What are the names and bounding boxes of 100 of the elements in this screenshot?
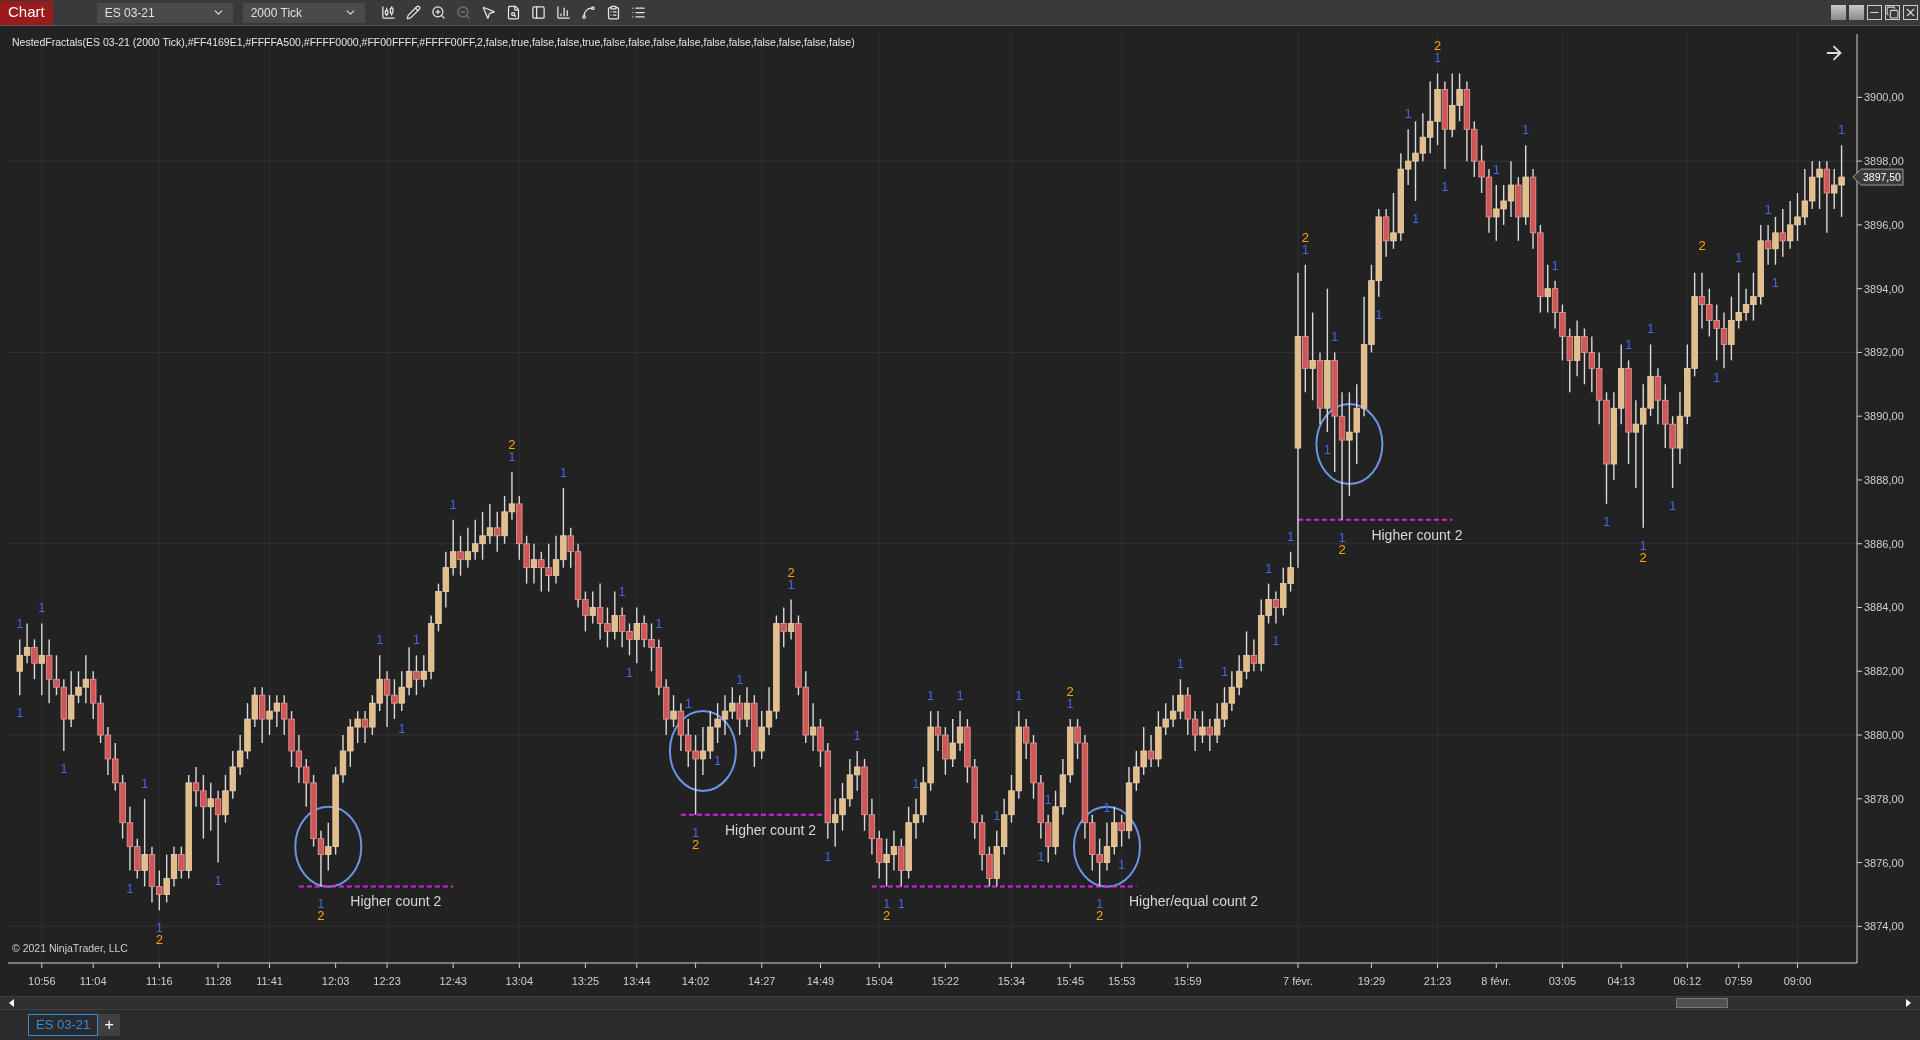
chart-menu-button[interactable]: Chart: [0, 0, 53, 25]
time-axis-label: 11:04: [79, 975, 107, 987]
annotation-text: Higher count 2: [724, 821, 816, 838]
fractal-label: 1: [1492, 162, 1500, 178]
fractal-label: 1: [1118, 856, 1126, 872]
fractal-label: 1: [714, 753, 722, 768]
fractal-label: 1: [16, 705, 24, 721]
copyright-text: © 2021 NinjaTrader, LLC: [12, 942, 128, 954]
current-price-label: 3897,50: [1852, 168, 1904, 186]
fractal-label: 1: [618, 584, 626, 600]
price-axis-label: 3900,00: [1864, 91, 1904, 104]
add-tab-button[interactable]: +: [98, 1014, 121, 1036]
fractal-label: 1: [1771, 274, 1780, 290]
instrument-dropdown[interactable]: ES 03-21: [96, 2, 233, 23]
fractal-label: 1: [16, 616, 24, 632]
price-axis-label: 3888,00: [1864, 473, 1904, 486]
fractal-label: 1: [1602, 513, 1611, 529]
time-axis-label: 11:28: [204, 975, 232, 987]
fractal-label: 1: [956, 688, 964, 704]
fractal-label: 1: [214, 872, 222, 888]
fractal-label: 1: [625, 665, 634, 681]
time-axis-label: 07:59: [1724, 975, 1753, 987]
fractal-label: 1: [1264, 560, 1273, 576]
fractal-label: 1: [1669, 497, 1677, 513]
fractal-label: 1: [449, 496, 457, 512]
time-axis-label: 15:04: [865, 975, 893, 987]
time-axis-label: 06:12: [1673, 975, 1702, 987]
fractal-label: 1: [38, 600, 46, 616]
interval-dropdown[interactable]: 2000 Tick: [242, 2, 365, 23]
fractal-label: 1: [1176, 656, 1185, 672]
fractal-label: 1: [1323, 442, 1331, 458]
time-axis-label: 14:02: [681, 975, 710, 987]
indicator-label: NestedFractals(ES 03-21 (2000 Tick),#FF4169E1,#FFFFA500,#FFFF0000,#FF00FFFF,#FFFF00FF,2,false,true,false,false,true,false,false,false,false,false,false,false,false,false,false): [12, 36, 855, 48]
fractal-label: 2: [508, 437, 516, 452]
fractal-label: 1: [1287, 528, 1295, 544]
fractal-label: 1: [126, 880, 134, 896]
time-axis-label: 13:25: [571, 975, 600, 987]
time-axis-label: 19:29: [1357, 975, 1386, 987]
fractal-label: 1: [1411, 211, 1420, 226]
time-axis-label: 11:41: [256, 975, 283, 987]
price-axis-label: 3896,00: [1864, 218, 1904, 231]
fractal-label: 1: [1441, 179, 1449, 195]
fractal-label: 1: [993, 807, 1001, 823]
price-axis-label: 3884,00: [1864, 601, 1904, 614]
time-axis-label: 8 févr.: [1481, 975, 1512, 987]
price-axis-label: 3886,00: [1864, 537, 1904, 550]
fractal-label: 1: [1044, 791, 1052, 807]
fractal-label: 1: [1713, 370, 1721, 386]
fractal-label: 1: [1272, 633, 1280, 649]
fractal-label: 1: [412, 632, 421, 648]
fractal-label: 1: [1331, 329, 1339, 345]
price-axis-label: 3876,00: [1864, 856, 1904, 869]
time-axis-label: 15:59: [1174, 975, 1202, 987]
fractal-label: 1: [1037, 848, 1045, 864]
annotation-text: Higher count 2: [350, 893, 442, 910]
fractal-label: 1: [1551, 257, 1559, 273]
time-axis-label: 21:23: [1423, 975, 1452, 987]
fractal-label: 1: [1764, 201, 1772, 217]
annotation-text: Higher/equal count 2: [1128, 893, 1259, 910]
time-axis-label: 14:49: [806, 975, 835, 987]
price-axis-label: 3892,00: [1864, 346, 1904, 359]
fractal-label: 1: [141, 775, 149, 791]
fractal-label: 1: [655, 616, 663, 632]
fractal-label: 2: [1698, 237, 1706, 253]
time-axis-label: 12:23: [373, 975, 401, 987]
fractal-label: 1: [853, 727, 861, 743]
time-axis-label: 11:16: [145, 975, 173, 987]
price-axis-label: 3874,00: [1864, 920, 1904, 933]
fractal-label: 1: [684, 696, 692, 712]
fractal-label: 1: [736, 672, 744, 688]
fractal-label: 1: [1624, 337, 1633, 353]
fractal-label: 1: [1837, 122, 1846, 138]
price-axis-label: 3878,00: [1864, 792, 1904, 805]
fractal-label: 1: [897, 896, 905, 912]
fractal-label: 1: [1375, 306, 1383, 322]
fractal-label: 1: [508, 449, 516, 464]
fractal-label: 1: [1015, 688, 1023, 704]
time-axis-label: 7 févr.: [1283, 975, 1313, 987]
fractal-label: 1: [1220, 664, 1229, 680]
time-axis-label: 03:05: [1548, 975, 1577, 987]
time-axis-label: 09:00: [1783, 975, 1812, 987]
time-axis-label: 13:04: [505, 975, 534, 987]
time-axis-label: 15:22: [931, 975, 960, 987]
time-axis-label: 12:43: [439, 975, 467, 987]
time-axis-label: 10:56: [28, 975, 56, 987]
price-axis-label: 3898,00: [1864, 155, 1904, 168]
chart-tab[interactable]: ES 03-21: [28, 1014, 99, 1036]
fractal-label: 1: [60, 760, 68, 776]
fractal-label: 1: [1735, 249, 1743, 265]
time-axis-label: 15:34: [997, 975, 1026, 987]
price-axis-label: 3894,00: [1864, 282, 1904, 295]
fractal-label: 1: [1646, 321, 1655, 337]
time-axis-label: 14:27: [747, 975, 776, 987]
time-axis-label: 04:13: [1607, 975, 1635, 987]
fractal-label: 1: [912, 775, 920, 791]
fractal-label: 1: [824, 848, 832, 864]
time-axis-label: 15:53: [1107, 975, 1136, 987]
fractal-label: 1: [927, 688, 935, 704]
price-axis-label: 3890,00: [1864, 410, 1904, 423]
fractal-label: 1: [376, 632, 384, 648]
